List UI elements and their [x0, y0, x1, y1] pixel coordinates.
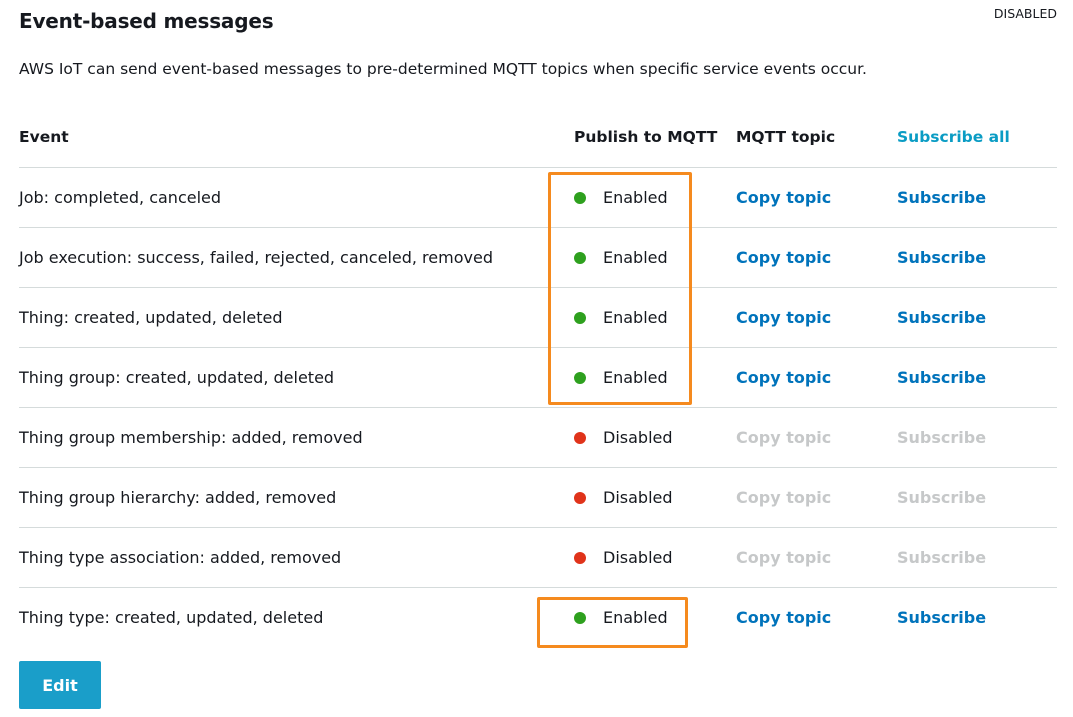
publish-status: Disabled	[574, 468, 673, 527]
table-header: Event Publish to MQTT MQTT topic Subscri…	[19, 106, 1057, 168]
publish-status: Enabled	[574, 348, 668, 407]
page-title: Event-based messages	[19, 9, 274, 33]
publish-status: Disabled	[574, 408, 673, 467]
event-name: Job execution: success, failed, rejected…	[19, 248, 493, 267]
status-enabled-icon	[574, 611, 586, 624]
publish-status-label: Enabled	[603, 248, 668, 267]
column-header-publish: Publish to MQTT	[574, 127, 718, 146]
copy-topic-link[interactable]: Copy topic	[736, 168, 831, 227]
edit-button[interactable]: Edit	[19, 661, 101, 709]
status-enabled-icon	[574, 251, 586, 264]
copy-topic-link[interactable]: Copy topic	[736, 288, 831, 347]
publish-status-label: Enabled	[603, 188, 668, 207]
publish-status: Enabled	[574, 228, 668, 287]
event-name: Thing group hierarchy: added, removed	[19, 488, 337, 507]
table-row: Job execution: success, failed, rejected…	[19, 228, 1057, 288]
copy-topic-link: Copy topic	[736, 548, 832, 567]
copy-topic-link: Copy topic	[736, 488, 832, 507]
event-name: Job: completed, canceled	[19, 188, 222, 207]
copy-topic-link[interactable]: Copy topic	[736, 228, 831, 287]
copy-topic-link[interactable]: Copy topic	[736, 348, 831, 407]
table-row: Job: completed, canceled Enabled Copy topi…	[19, 168, 1057, 228]
publish-status: Enabled	[574, 168, 668, 227]
status-disabled-icon	[574, 551, 586, 564]
table-row: Thing type association: added, removed Di…	[19, 528, 1057, 588]
publish-status-label: Enabled	[603, 368, 668, 387]
publish-status: Enabled	[574, 288, 668, 347]
event-name: Thing type: created, updated, deleted	[19, 608, 324, 627]
copy-topic-link[interactable]: Copy topic	[736, 588, 831, 647]
table-row: Thing group membership: added, removed Di…	[19, 408, 1057, 468]
table-row: Thing: created, updated, deleted Enabled C…	[19, 288, 1057, 348]
table-row: Thing group hierarchy: added, removed Dis…	[19, 468, 1057, 528]
status-badge: DISABLED	[993, 6, 1057, 21]
status-disabled-icon	[574, 491, 586, 504]
status-disabled-icon	[574, 431, 586, 444]
subscribe-link[interactable]: Subscribe	[897, 168, 986, 227]
publish-status-label: Disabled	[603, 488, 673, 507]
status-enabled-icon	[574, 311, 586, 324]
subscribe-link: Subscribe	[897, 548, 987, 567]
section-description: AWS IoT can send event-based messages to…	[19, 60, 867, 78]
subscribe-link[interactable]: Subscribe	[897, 348, 986, 407]
subscribe-link: Subscribe	[897, 488, 987, 507]
table-row: Thing group: created, updated, deleted En…	[19, 348, 1057, 408]
publish-status: Disabled	[574, 528, 673, 587]
event-name: Thing group membership: added, removed	[19, 428, 363, 447]
status-enabled-icon	[574, 191, 586, 204]
subscribe-link[interactable]: Subscribe	[897, 588, 986, 647]
event-name: Thing: created, updated, deleted	[19, 308, 283, 327]
publish-status-label: Enabled	[603, 608, 668, 627]
copy-topic-link: Copy topic	[736, 428, 832, 447]
publish-status-label: Disabled	[603, 428, 673, 447]
column-header-event: Event	[19, 127, 69, 146]
subscribe-link: Subscribe	[897, 428, 987, 447]
column-header-topic: MQTT topic	[736, 127, 836, 146]
table-body: Job: completed, canceled Enabled Copy topi…	[19, 168, 1057, 647]
event-name: Thing group: created, updated, deleted	[19, 368, 335, 387]
table-row: Thing type: created, updated, deleted Ena…	[19, 588, 1057, 647]
subscribe-link[interactable]: Subscribe	[897, 288, 986, 347]
publish-status: Enabled	[574, 588, 668, 647]
publish-status-label: Enabled	[603, 308, 668, 327]
status-enabled-icon	[574, 371, 586, 384]
subscribe-all-link[interactable]: Subscribe all	[897, 106, 1010, 167]
publish-status-label: Disabled	[603, 548, 673, 567]
event-table: Event Publish to MQTT MQTT topic Subscri…	[19, 106, 1057, 647]
event-name: Thing type association: added, removed	[19, 548, 342, 567]
subscribe-link[interactable]: Subscribe	[897, 228, 986, 287]
